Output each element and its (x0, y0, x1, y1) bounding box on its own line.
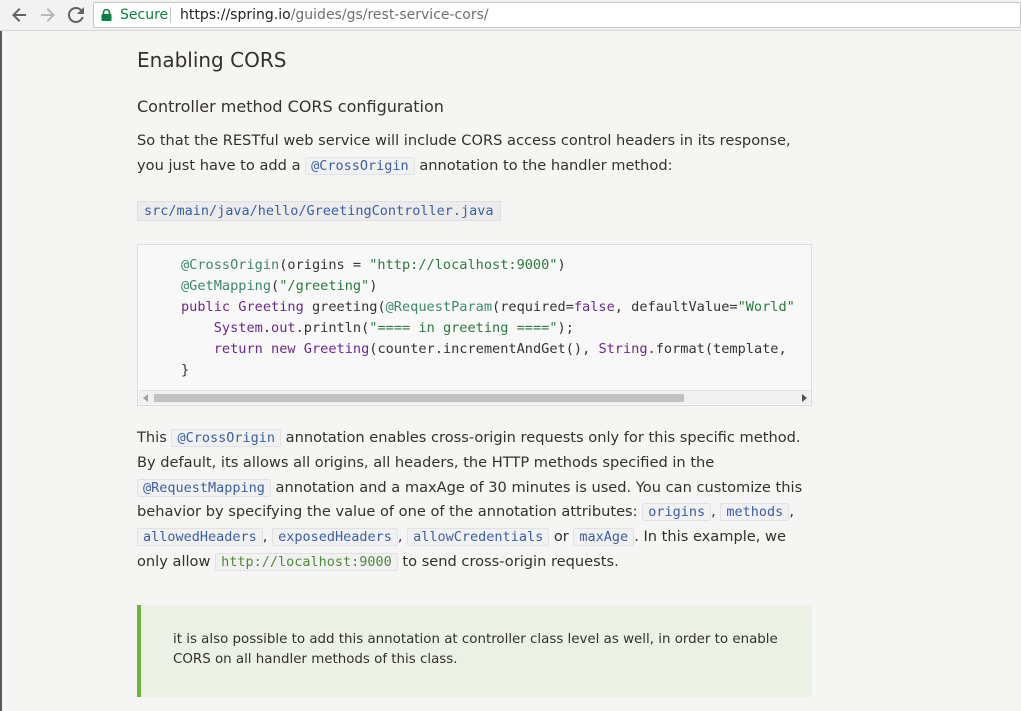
note-text: it is also possible to add this annotati… (173, 632, 778, 667)
code-line: @GetMapping("/greeting") (181, 278, 378, 294)
horizontal-scrollbar[interactable] (139, 390, 811, 404)
intro-paragraph: So that the RESTful web service will inc… (137, 129, 812, 178)
back-button[interactable] (7, 4, 31, 26)
reload-icon (68, 7, 84, 23)
browser-toolbar: Secure https://spring.io/guides/gs/rest-… (0, 0, 1021, 31)
body-text: , (262, 528, 273, 546)
body-text: , (397, 528, 408, 546)
inline-code-crossorigin: @CrossOrigin (305, 156, 415, 175)
url-path: /guides/gs/rest-service-cors/ (290, 7, 489, 23)
code-line: public Greeting greeting(@RequestParam(r… (181, 299, 795, 315)
secure-label: Secure (120, 7, 169, 23)
body-text: or (549, 528, 574, 546)
window-edge (0, 31, 2, 711)
inline-code-localhost-url: http://localhost:9000 (215, 552, 398, 571)
forward-button[interactable] (36, 4, 60, 26)
section-title: Enabling CORS (137, 48, 287, 72)
inline-code-allowedheaders: allowedHeaders (137, 528, 263, 547)
inline-code-methods: methods (720, 503, 790, 522)
code-line: return new Greeting(counter.incrementAnd… (213, 341, 787, 357)
code-listing: @CrossOrigin(origins = "http://localhost… (181, 255, 795, 381)
forward-arrow-icon (41, 8, 55, 22)
url-host: https://spring.io (180, 7, 291, 23)
code-line: System.out.println("==== in greeting ===… (213, 320, 574, 336)
file-path-label: src/main/java/hello/GreetingController.j… (137, 201, 501, 221)
explanation-paragraph: This @CrossOrigin annotation enables cro… (137, 426, 812, 575)
inline-code-maxage: maxAge (573, 528, 635, 547)
code-line: @CrossOrigin(origins = "http://localhost… (181, 257, 566, 273)
body-text: to send cross-origin requests. (397, 552, 619, 570)
body-text: , (789, 503, 794, 521)
inline-code-exposedheaders: exposedHeaders (272, 528, 398, 547)
intro-text-2: annotation to the handler method: (414, 156, 673, 174)
body-text: , (711, 503, 721, 521)
back-arrow-icon (12, 8, 26, 22)
inline-code-crossorigin: @CrossOrigin (171, 429, 282, 447)
code-line: } (181, 362, 190, 378)
inline-code-allowcredentials: allowCredentials (407, 528, 550, 547)
scroll-right-icon[interactable] (802, 394, 807, 402)
note-callout: it is also possible to add this annotati… (137, 605, 812, 697)
section-subtitle: Controller method CORS configuration (137, 97, 444, 116)
body-text: This (137, 429, 172, 446)
inline-code-origins: origins (642, 503, 712, 522)
scrollbar-thumb[interactable] (154, 394, 684, 402)
scroll-left-icon[interactable] (143, 394, 148, 402)
lock-icon (101, 9, 112, 21)
inline-code-requestmapping: @RequestMapping (137, 478, 271, 497)
omnibox-separator (170, 7, 171, 23)
code-block[interactable]: @CrossOrigin(origins = "http://localhost… (137, 244, 812, 406)
reload-button[interactable] (64, 4, 88, 26)
url-text[interactable]: https://spring.io/guides/gs/rest-service… (180, 3, 489, 27)
address-bar[interactable]: Secure https://spring.io/guides/gs/rest-… (93, 2, 1021, 28)
